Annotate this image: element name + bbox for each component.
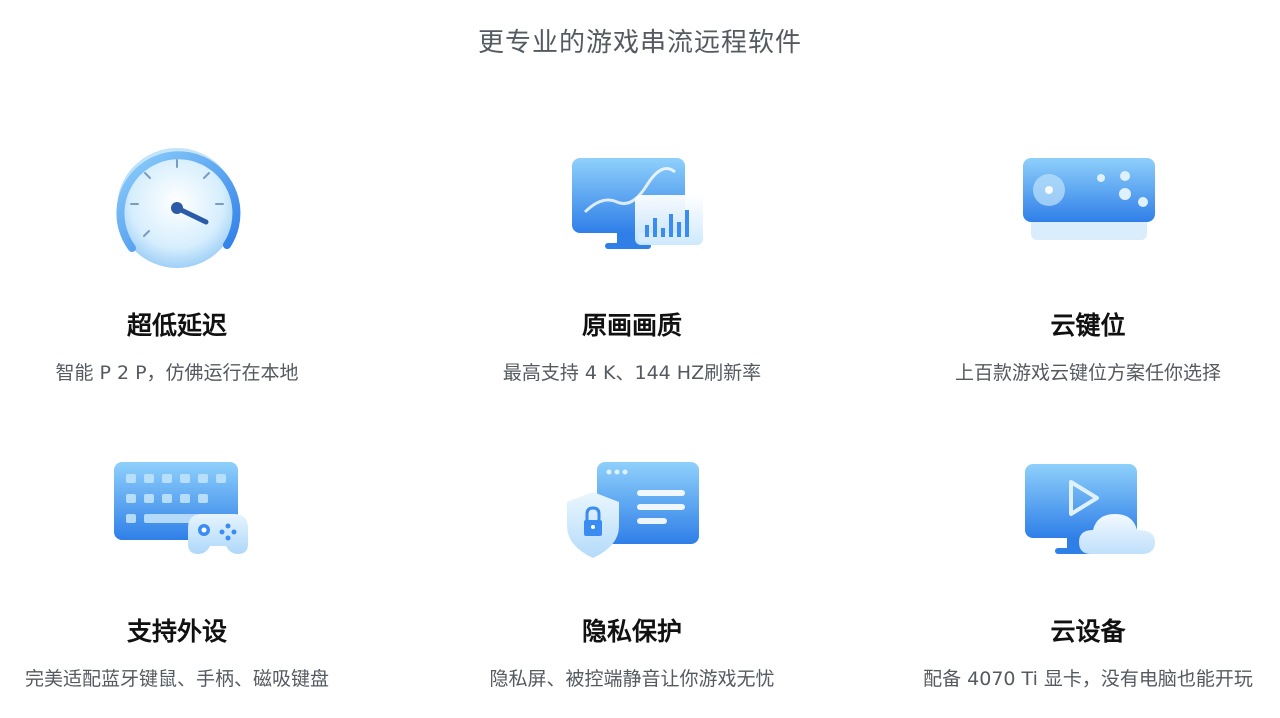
speedometer-icon: [102, 140, 252, 270]
feature-description: 上百款游戏云键位方案任你选择: [954, 362, 1221, 384]
feature-title: 云键位: [1050, 311, 1126, 340]
page-subtitle: 更专业的游戏串流远程软件: [477, 28, 802, 58]
feature-title: 支持外设: [126, 617, 227, 646]
feature-description: 最高支持 4 K、144 HZ刷新率: [502, 362, 762, 384]
cloud-monitor-icon: [1013, 452, 1163, 582]
keyboard-controller-icon: [102, 452, 252, 582]
feature-title: 云设备: [1050, 617, 1126, 646]
feature-title: 隐私保护: [581, 617, 682, 646]
monitor-chart-icon: [557, 140, 707, 270]
gamepad-panel-icon: [1013, 140, 1163, 270]
features-page: 更专业的游戏串流远程软件 超低延迟 智能 P 2 P，仿佛运行在本地 原画画质 …: [0, 0, 1280, 718]
feature-description: 隐私屏、被控端静音让你游戏无忧: [489, 668, 775, 690]
feature-title: 原画画质: [581, 311, 682, 340]
shield-lock-icon: [557, 452, 707, 582]
feature-description: 完美适配蓝牙键鼠、手柄、磁吸键盘: [24, 668, 329, 690]
feature-title: 超低延迟: [126, 311, 227, 340]
feature-description: 智能 P 2 P，仿佛运行在本地: [55, 362, 299, 384]
feature-description: 配备 4070 Ti 显卡，没有电脑也能开玩: [923, 668, 1253, 690]
